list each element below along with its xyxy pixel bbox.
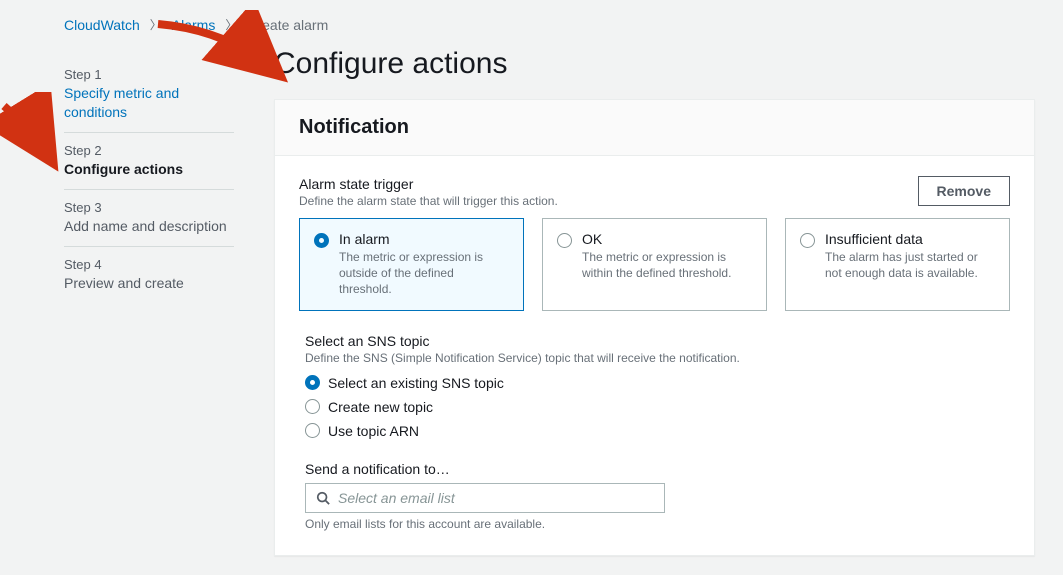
wizard-step-2: Step 2 Configure actions [64, 133, 234, 190]
email-list-input[interactable] [338, 490, 654, 506]
card-heading: Notification [299, 116, 1010, 139]
trigger-option-ok[interactable]: OK The metric or expression is within th… [542, 218, 767, 311]
tile-desc: The metric or expression is outside of t… [339, 249, 509, 298]
step-number: Step 2 [64, 143, 234, 158]
sendto-label: Send a notification to… [305, 461, 1010, 477]
radio-icon [557, 233, 572, 248]
card-header: Notification [275, 100, 1034, 156]
radio-icon [305, 399, 320, 414]
chevron-right-icon: 〉 [225, 16, 237, 33]
breadcrumb-cloudwatch[interactable]: CloudWatch [64, 17, 140, 33]
wizard-nav: Step 1 Specify metric and conditions Ste… [64, 49, 234, 556]
step-label: Preview and create [64, 274, 234, 293]
email-list-select[interactable] [305, 483, 665, 513]
wizard-step-1[interactable]: Step 1 Specify metric and conditions [64, 57, 234, 133]
sendto-hint: Only email lists for this account are av… [305, 517, 1010, 531]
breadcrumb-alarms[interactable]: Alarms [172, 17, 216, 33]
trigger-option-in-alarm[interactable]: In alarm The metric or expression is out… [299, 218, 524, 311]
radio-icon [800, 233, 815, 248]
remove-button[interactable]: Remove [918, 176, 1010, 206]
chevron-right-icon: 〉 [150, 16, 162, 33]
radio-label: Select an existing SNS topic [328, 375, 504, 391]
sns-option-arn[interactable]: Use topic ARN [305, 423, 1010, 439]
tile-desc: The alarm has just started or not enough… [825, 249, 995, 281]
page-title: Configure actions [274, 47, 1035, 81]
step-number: Step 1 [64, 67, 234, 82]
breadcrumb-current: Create alarm [247, 17, 328, 33]
trigger-desc: Define the alarm state that will trigger… [299, 194, 558, 208]
step-number: Step 3 [64, 200, 234, 215]
trigger-title: Alarm state trigger [299, 176, 558, 192]
radio-icon [305, 375, 320, 390]
tile-title: Insufficient data [825, 231, 995, 247]
wizard-step-3: Step 3 Add name and description [64, 190, 234, 247]
step-label: Configure actions [64, 160, 234, 179]
sns-option-existing[interactable]: Select an existing SNS topic [305, 375, 1010, 391]
step-number: Step 4 [64, 257, 234, 272]
sns-title: Select an SNS topic [305, 333, 1010, 349]
tile-title: In alarm [339, 231, 509, 247]
tile-desc: The metric or expression is within the d… [582, 249, 752, 281]
wizard-step-4: Step 4 Preview and create [64, 247, 234, 303]
trigger-option-insufficient[interactable]: Insufficient data The alarm has just sta… [785, 218, 1010, 311]
notification-card: Notification Alarm state trigger Define … [274, 99, 1035, 556]
step-label-link[interactable]: Specify metric and conditions [64, 85, 179, 120]
sns-option-create[interactable]: Create new topic [305, 399, 1010, 415]
breadcrumb: CloudWatch 〉 Alarms 〉 Create alarm [0, 0, 1063, 49]
radio-label: Create new topic [328, 399, 433, 415]
tile-title: OK [582, 231, 752, 247]
radio-label: Use topic ARN [328, 423, 419, 439]
radio-icon [305, 423, 320, 438]
sns-desc: Define the SNS (Simple Notification Serv… [305, 351, 1010, 365]
step-label: Add name and description [64, 217, 234, 236]
search-icon [316, 491, 330, 505]
radio-icon [314, 233, 329, 248]
